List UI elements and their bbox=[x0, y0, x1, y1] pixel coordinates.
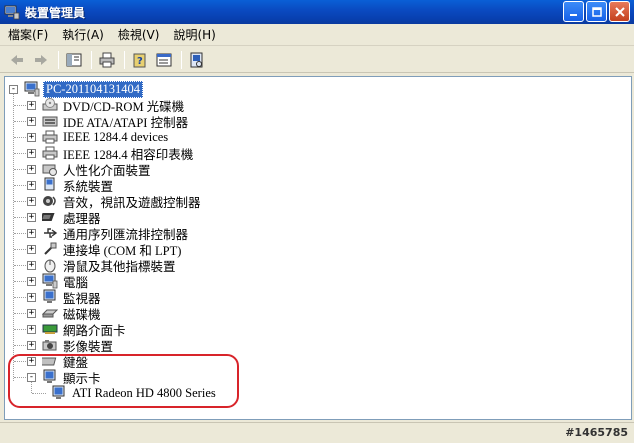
port-icon bbox=[44, 242, 57, 255]
toolbar-separator bbox=[181, 50, 182, 69]
tree-connector bbox=[14, 233, 28, 234]
tree-connector bbox=[14, 105, 28, 106]
title-bar[interactable]: 裝置管理員 bbox=[0, 0, 634, 24]
minimize-button[interactable] bbox=[563, 1, 584, 22]
menu-bar: 檔案(F) 執行(A) 檢視(V) 說明(H) bbox=[0, 24, 634, 46]
maximize-icon bbox=[591, 6, 602, 17]
minimize-icon bbox=[569, 13, 577, 16]
expand-toggle[interactable]: + bbox=[27, 276, 36, 286]
tree-connector bbox=[14, 329, 28, 330]
expand-toggle[interactable]: + bbox=[27, 116, 36, 126]
printer-device-icon bbox=[42, 146, 58, 160]
menu-file[interactable]: 檔案(F) bbox=[2, 26, 54, 43]
tree-connector bbox=[14, 121, 28, 122]
back-arrow-icon bbox=[11, 54, 23, 65]
expand-toggle[interactable]: + bbox=[27, 212, 36, 222]
monitor-icon bbox=[43, 289, 56, 303]
imaging-device-icon bbox=[42, 340, 57, 351]
print-button[interactable] bbox=[96, 50, 118, 70]
status-bar bbox=[0, 422, 634, 443]
svg-text:?: ? bbox=[137, 56, 143, 67]
annotation-circle bbox=[8, 354, 239, 408]
scan-hardware-icon bbox=[190, 52, 203, 67]
tree-category[interactable]: + 滑鼠及其他指標裝置 bbox=[27, 257, 178, 274]
forward-button[interactable] bbox=[30, 50, 52, 70]
watermark: #1465785 bbox=[565, 426, 628, 439]
printer-icon bbox=[99, 52, 115, 67]
tree-connector bbox=[14, 313, 28, 314]
hid-icon bbox=[42, 164, 57, 176]
expand-toggle[interactable]: + bbox=[27, 180, 36, 190]
show-hide-console-tree-button[interactable] bbox=[63, 50, 85, 70]
tree-connector bbox=[14, 153, 28, 154]
properties-button[interactable] bbox=[153, 50, 175, 70]
tree-category[interactable]: + 音效，視訊及遊戲控制器 bbox=[27, 193, 203, 210]
tree-connector bbox=[14, 185, 28, 186]
printer-device-icon bbox=[42, 130, 58, 144]
expand-toggle[interactable]: + bbox=[27, 100, 36, 110]
tree-connector bbox=[14, 265, 28, 266]
toolbar-separator bbox=[91, 50, 92, 69]
expand-toggle[interactable]: + bbox=[27, 164, 36, 174]
disk-drive-icon bbox=[42, 309, 58, 318]
expand-toggle[interactable]: + bbox=[27, 292, 36, 302]
processor-icon bbox=[42, 213, 55, 221]
back-button[interactable] bbox=[6, 50, 28, 70]
expand-toggle[interactable]: + bbox=[27, 132, 36, 142]
tree-connector bbox=[14, 169, 28, 170]
audio-icon bbox=[43, 196, 56, 206]
computer-icon bbox=[24, 81, 40, 97]
expand-toggle[interactable]: + bbox=[27, 196, 36, 206]
expand-toggle[interactable]: + bbox=[27, 340, 36, 350]
expand-toggle[interactable]: + bbox=[27, 260, 36, 270]
tree-connector bbox=[14, 249, 28, 250]
menu-action[interactable]: 執行(A) bbox=[56, 26, 110, 43]
mouse-icon bbox=[44, 259, 56, 273]
tree-category-label: IDE ATA/ATAPI 控制器 bbox=[63, 115, 189, 130]
expand-toggle[interactable]: + bbox=[27, 148, 36, 158]
expand-toggle[interactable]: + bbox=[27, 324, 36, 334]
collapse-toggle[interactable]: - bbox=[9, 84, 18, 94]
device-manager-icon bbox=[4, 5, 20, 20]
dvd-drive-icon bbox=[42, 98, 58, 111]
tree-connector bbox=[14, 297, 28, 298]
console-tree-icon bbox=[66, 53, 82, 66]
tree-connector bbox=[14, 217, 28, 218]
ide-controller-icon bbox=[42, 116, 58, 127]
forward-arrow-icon bbox=[35, 54, 47, 65]
maximize-button[interactable] bbox=[586, 1, 607, 22]
help-book-icon: ? bbox=[133, 53, 146, 67]
menu-help[interactable]: 說明(H) bbox=[167, 26, 221, 43]
properties-icon bbox=[156, 53, 172, 66]
tree-category-label: IEEE 1284.4 devices bbox=[63, 129, 169, 144]
toolbar-separator bbox=[58, 50, 59, 69]
close-icon bbox=[614, 6, 625, 17]
tree-connector bbox=[14, 345, 28, 346]
help-button[interactable]: ? bbox=[129, 50, 151, 70]
expand-toggle[interactable]: + bbox=[27, 244, 36, 254]
tree-category[interactable]: + IDE ATA/ATAPI 控制器 bbox=[27, 113, 190, 130]
toolbar: ? bbox=[0, 47, 634, 73]
toolbar-separator bbox=[124, 50, 125, 69]
tree-connector bbox=[14, 281, 28, 282]
window-title: 裝置管理員 bbox=[25, 5, 86, 20]
tree-connector bbox=[14, 137, 28, 138]
scan-hardware-button[interactable] bbox=[186, 50, 208, 70]
menu-view[interactable]: 檢視(V) bbox=[112, 26, 166, 43]
expand-toggle[interactable]: + bbox=[27, 228, 36, 238]
usb-icon bbox=[44, 228, 58, 238]
expand-toggle[interactable]: + bbox=[27, 308, 36, 318]
tree-connector bbox=[14, 201, 28, 202]
computer-icon bbox=[42, 273, 58, 289]
network-adapter-icon bbox=[42, 324, 58, 334]
system-device-icon bbox=[44, 177, 55, 191]
close-button[interactable] bbox=[609, 1, 630, 22]
